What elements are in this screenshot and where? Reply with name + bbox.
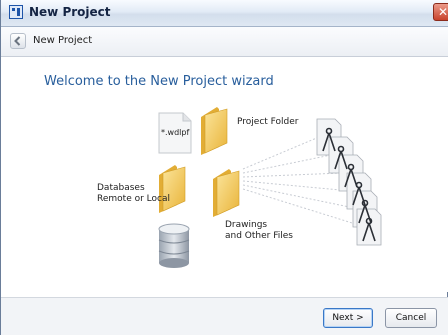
window-title: New Project (29, 5, 111, 19)
cancel-button[interactable]: Cancel (385, 308, 437, 328)
back-button[interactable] (10, 33, 26, 49)
drawings-folder-icon (213, 169, 240, 217)
title-bar[interactable]: New Project ✕ (1, 0, 448, 27)
database-icon (158, 223, 190, 268)
databases-label-line2: Remote or Local (97, 194, 170, 204)
wizard-nav-bar: New Project (1, 27, 448, 57)
project-structure-illustration (158, 107, 382, 268)
file-extension-label: *.wdlpf (161, 128, 190, 137)
next-button[interactable]: Next > (323, 308, 373, 328)
wizard-content: Welcome to the New Project wizard *.wdlp… (1, 57, 448, 292)
drawings-label-line1: Drawings (225, 220, 268, 230)
databases-label-line1: Databases (97, 183, 145, 193)
close-button[interactable]: ✕ (433, 3, 448, 21)
project-folder-label: Project Folder (237, 117, 299, 127)
new-project-window: New Project ✕ New Project Welcome to the… (0, 0, 448, 335)
nav-title: New Project (33, 35, 93, 46)
databases-label: Databases Remote or Local (97, 183, 170, 205)
app-icon (9, 5, 23, 19)
drawings-label: Drawings and Other Files (225, 220, 293, 242)
drawings-label-line2: and Other Files (225, 231, 293, 241)
wizard-footer: Next > Cancel (1, 298, 448, 335)
project-folder-icon (201, 107, 228, 155)
chevron-left-icon (14, 36, 21, 46)
